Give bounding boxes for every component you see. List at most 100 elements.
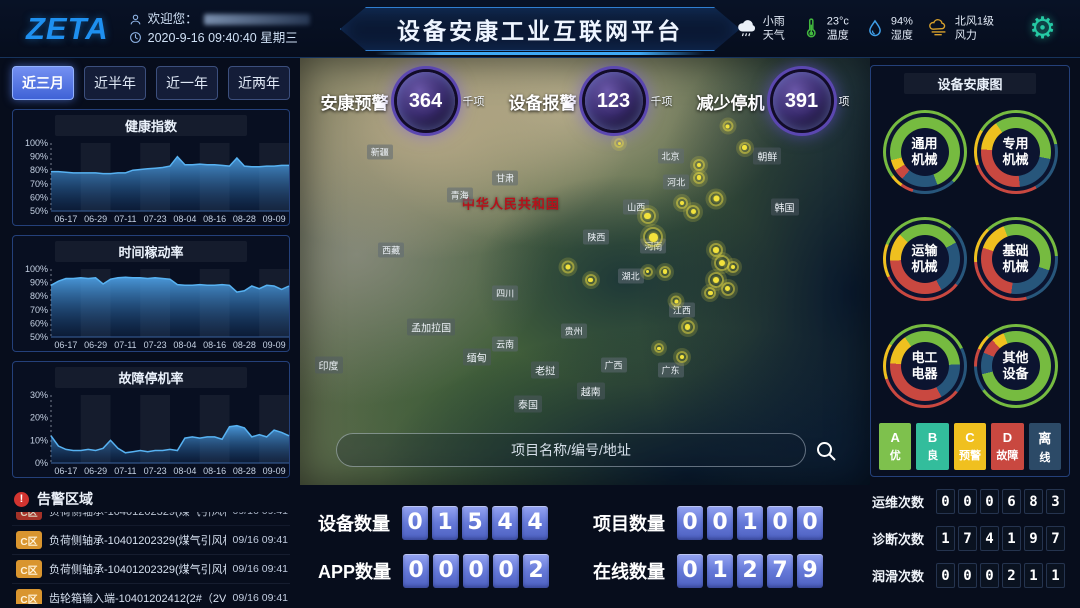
map-label-印度: 印度	[315, 357, 343, 374]
search-input[interactable]	[337, 434, 805, 466]
map-marker[interactable]	[709, 191, 724, 206]
map-marker[interactable]	[640, 208, 656, 224]
map-marker[interactable]	[659, 266, 671, 278]
map-marker[interactable]	[693, 172, 705, 184]
right-column: 设备安康图 通用机械专用机械运输机械基础机械电工电器其他设备 A优B良C预警D故…	[870, 58, 1080, 608]
map-marker[interactable]	[676, 351, 688, 363]
map-marker[interactable]	[614, 138, 624, 148]
legend-grade: D	[1003, 430, 1012, 445]
gauge-电工电器[interactable]: 电工电器	[883, 324, 967, 408]
alert-text: 负荷侧轴承-10401202329(煤气引风机电...	[49, 561, 226, 577]
counter-list: 运维次数000683诊断次数174197润滑次数000211	[870, 489, 1070, 588]
filter-button-近两年[interactable]: 近两年	[228, 66, 290, 100]
map-label-孟加拉国: 孟加拉国	[407, 319, 455, 336]
map-marker[interactable]	[643, 267, 653, 277]
gauge-label: 运输机械	[883, 217, 967, 301]
title-underline-decoration	[375, 52, 705, 55]
china-map[interactable]: 安康预警364千项设备报警123千项减少停机391项 中华人民共和国朝鲜韩国印度…	[300, 58, 870, 485]
gauge-专用机械[interactable]: 专用机械	[974, 110, 1058, 194]
map-label-北京: 北京	[657, 149, 683, 164]
health-legend: A优B良C预警D故障离线	[879, 423, 1061, 470]
digit: 0	[958, 489, 977, 514]
legend-grade: C	[965, 430, 974, 445]
digit: 1	[936, 526, 955, 551]
datetime-text: 2020-9-16 09:40:40 星期三	[148, 29, 298, 48]
svg-text:08-04: 08-04	[173, 340, 196, 350]
gauge-其他设备[interactable]: 其他设备	[974, 324, 1058, 408]
stat-label: 项目数量	[593, 510, 665, 536]
filter-button-近一年[interactable]: 近一年	[156, 66, 218, 100]
svg-text:90%: 90%	[30, 278, 48, 288]
alert-row[interactable]: C区负荷侧轴承-10401202329(煤气引风机电...09/16 09:41	[12, 555, 290, 584]
map-label-泰国: 泰国	[514, 395, 542, 412]
alert-panel: ! 告警区域 C区负荷侧轴承-10401202329(煤气引风机电...09/1…	[12, 488, 290, 604]
svg-text:07-23: 07-23	[144, 214, 167, 224]
svg-text:07-23: 07-23	[144, 340, 167, 350]
weather-value: 23°c	[827, 14, 849, 28]
digit: 0	[936, 489, 955, 514]
digit: 1	[1002, 526, 1021, 551]
search-icon[interactable]	[814, 439, 838, 463]
alert-row[interactable]: C区负荷侧轴承-10401202329(煤气引风机电...09/16 09:41	[12, 526, 290, 555]
filter-button-近三月[interactable]: 近三月	[12, 66, 74, 100]
chart-title: 健康指数	[55, 115, 247, 136]
thermometer-icon	[800, 18, 822, 40]
svg-text:08-28: 08-28	[233, 214, 256, 224]
weather-text: 北风1级风力	[955, 14, 994, 43]
svg-text:80%: 80%	[30, 291, 48, 301]
gear-icon[interactable]: ⚙	[1029, 14, 1056, 44]
kpi-value-ring: 391	[773, 72, 831, 130]
map-marker[interactable]	[585, 274, 597, 286]
alert-list: C区负荷侧轴承-10401202329(煤气引风机电...09/16 09:41…	[12, 512, 290, 604]
gauge-基础机械[interactable]: 基础机械	[974, 217, 1058, 301]
search-box	[336, 433, 806, 467]
map-marker[interactable]	[727, 261, 739, 273]
map-marker[interactable]	[676, 197, 688, 209]
digit: 0	[936, 563, 955, 588]
map-marker[interactable]	[704, 287, 716, 299]
gauge-通用机械[interactable]: 通用机械	[883, 110, 967, 194]
map-marker[interactable]	[654, 343, 664, 353]
svg-text:50%: 50%	[30, 332, 48, 342]
digit: 4	[980, 526, 999, 551]
weather-value: 94%	[891, 14, 913, 28]
kpi-unit: 千项	[463, 93, 485, 109]
svg-text:70%: 70%	[30, 305, 48, 315]
map-label-甘肃: 甘肃	[492, 170, 518, 185]
legend-label: 良	[927, 447, 938, 463]
svg-text:20%: 20%	[30, 413, 48, 423]
zeta-logo: ZETA	[26, 11, 109, 47]
svg-text:08-28: 08-28	[233, 340, 256, 350]
title-frame: 设备安康工业互联网平台	[340, 7, 740, 51]
filter-button-近半年[interactable]: 近半年	[84, 66, 146, 100]
digit: 0	[958, 563, 977, 588]
chart-panels: 健康指数50%60%70%80%90%100%06-1706-2907-1107…	[12, 109, 290, 478]
weather-value: 北风1级	[955, 14, 994, 28]
weather-item: 94%湿度	[864, 14, 913, 43]
alert-row[interactable]: C区齿轮箱输入端-10401202412(2#（2V）...09/16 09:4…	[12, 584, 290, 604]
digit: 0	[403, 554, 429, 588]
weather-value: 小雨	[763, 14, 785, 28]
weather-text: 小雨天气	[763, 14, 785, 43]
weather-text: 94%湿度	[891, 14, 913, 43]
stat-在线数量: 在线数量01279	[593, 554, 823, 588]
kpi-减少停机: 减少停机391项	[697, 72, 850, 130]
map-marker[interactable]	[643, 227, 663, 247]
map-marker[interactable]	[681, 320, 695, 334]
digit: 0	[677, 554, 703, 588]
svg-text:06-29: 06-29	[84, 214, 107, 224]
left-column: 近三月近半年近一年近两年 健康指数50%60%70%80%90%100%06-1…	[0, 58, 300, 608]
main-area: 近三月近半年近一年近两年 健康指数50%60%70%80%90%100%06-1…	[0, 58, 1080, 608]
map-marker[interactable]	[721, 282, 735, 296]
digit: 1	[737, 506, 763, 540]
map-marker[interactable]	[561, 261, 574, 274]
gauge-label: 基础机械	[974, 217, 1058, 301]
gauge-运输机械[interactable]: 运输机械	[883, 217, 967, 301]
map-marker[interactable]	[686, 205, 700, 219]
map-marker[interactable]	[739, 142, 751, 154]
alert-row[interactable]: C区负荷侧轴承-10401202329(煤气引风机电...09/16 09:41	[12, 512, 290, 526]
legend-优: A优	[879, 423, 911, 470]
stat-APP数量: APP数量00002	[318, 554, 549, 588]
map-marker[interactable]	[693, 159, 705, 171]
map-marker[interactable]	[671, 296, 682, 307]
